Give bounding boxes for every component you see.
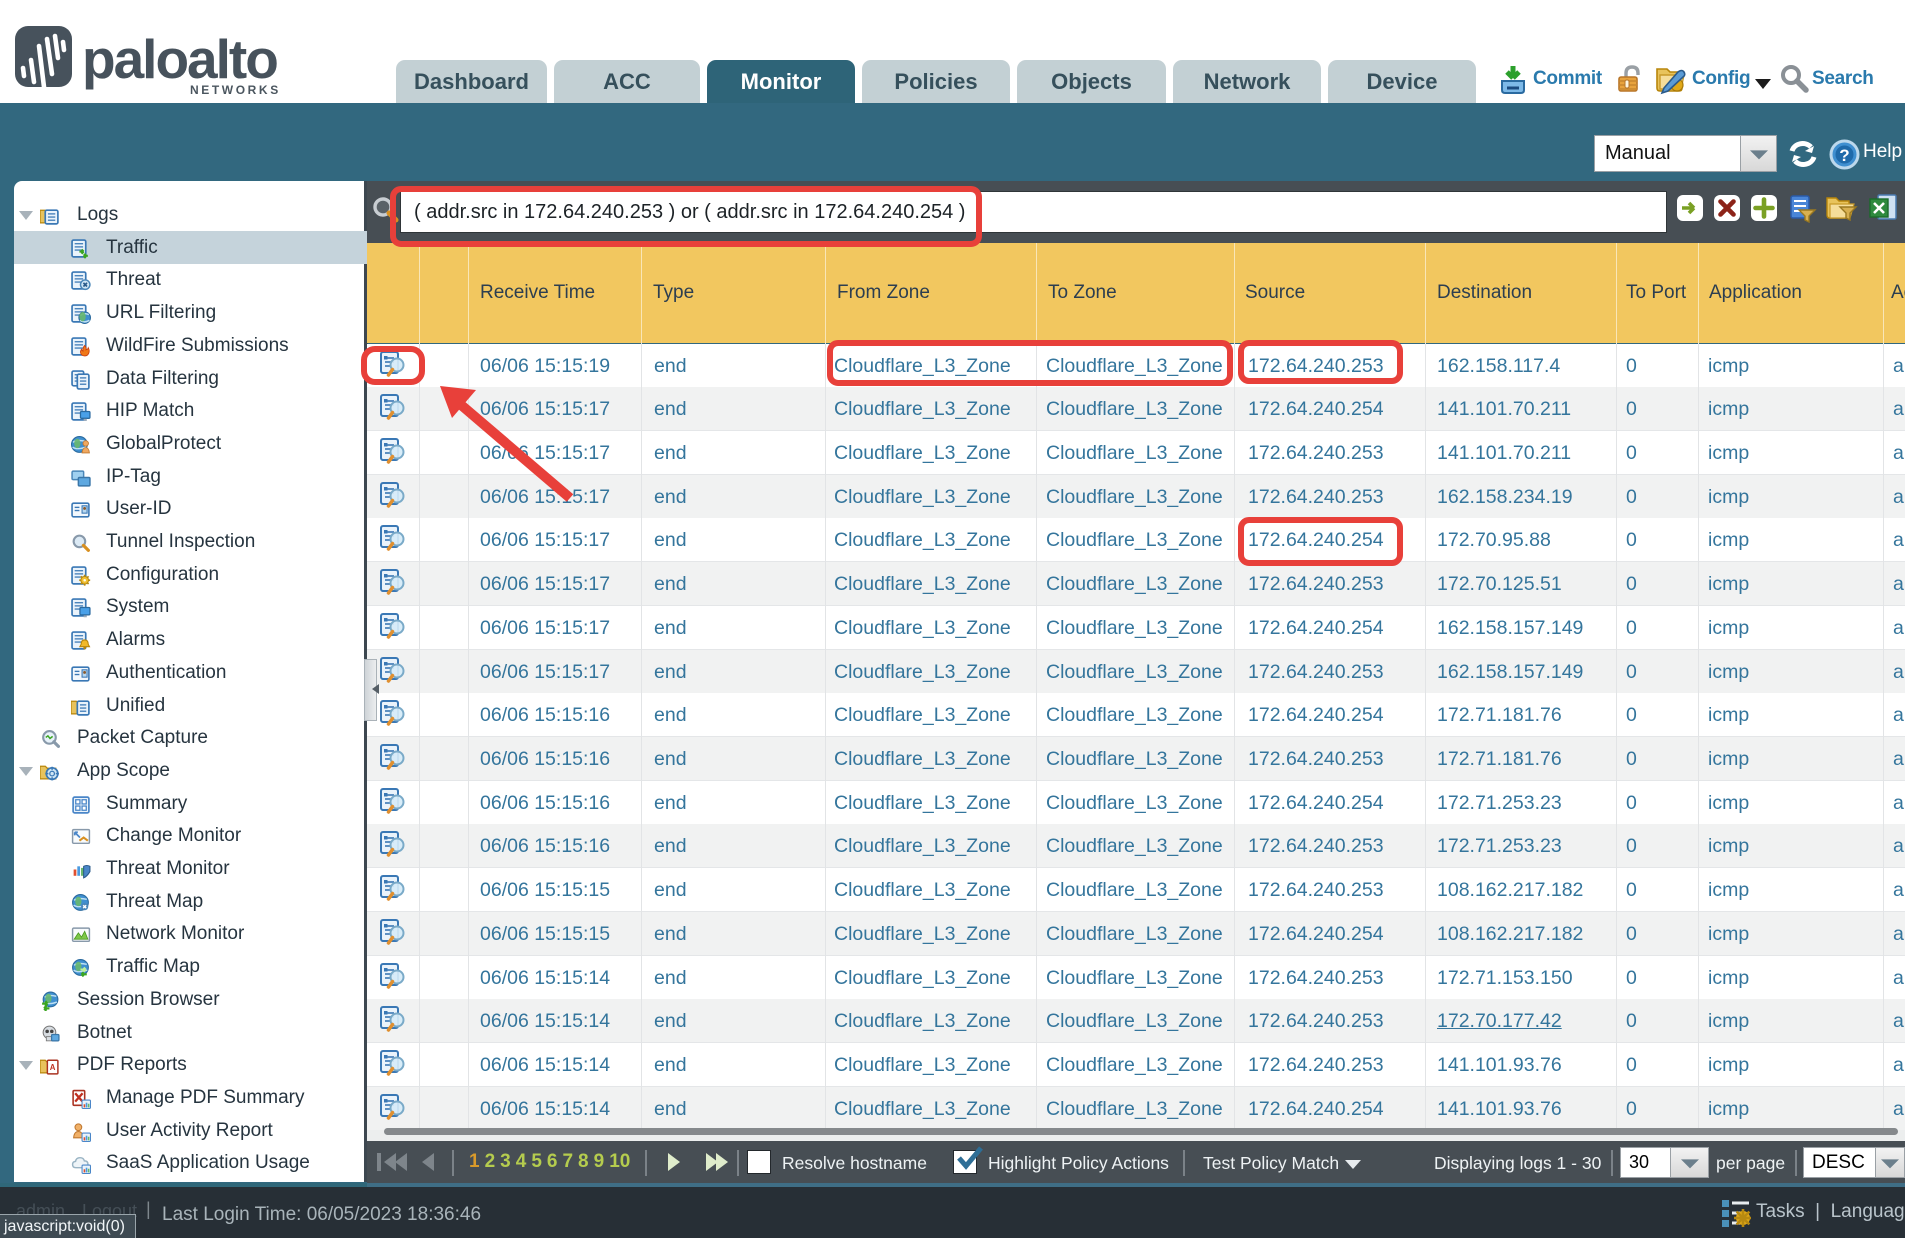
svg-text:A: A <box>50 1063 56 1072</box>
svg-text:paloalto: paloalto <box>82 28 277 90</box>
svg-text:NETWORKS®: NETWORKS® <box>190 83 279 96</box>
svg-text:?: ? <box>1839 146 1849 165</box>
